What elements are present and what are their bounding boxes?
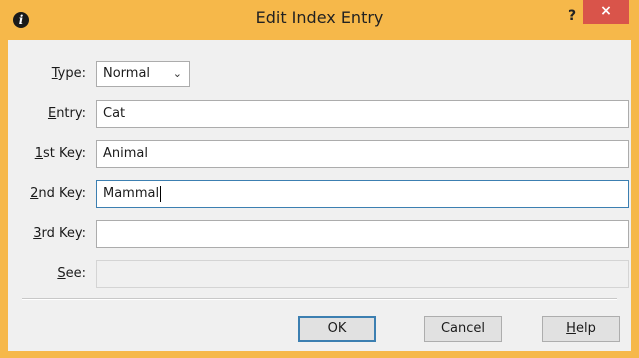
cancel-button[interactable]: Cancel bbox=[424, 316, 502, 342]
third-key-label: 3rd Key: bbox=[8, 226, 86, 241]
see-field bbox=[96, 260, 629, 288]
chevron-down-icon: ⌄ bbox=[172, 67, 182, 80]
title-bar[interactable]: i Edit Index Entry ? × bbox=[0, 0, 639, 40]
second-key-label: 2nd Key: bbox=[8, 186, 86, 201]
separator bbox=[22, 298, 617, 300]
dialog-title: Edit Index Entry bbox=[255, 8, 384, 27]
type-select-value: Normal bbox=[103, 66, 151, 81]
second-key-field[interactable]: Mammal bbox=[96, 180, 629, 208]
help-button-rest: elp bbox=[575, 321, 596, 336]
text-caret bbox=[160, 185, 162, 202]
first-key-label-mnemonic: 1 bbox=[34, 146, 43, 161]
edit-index-entry-dialog: i Edit Index Entry ? × Type: Normal ⌄ En… bbox=[0, 0, 639, 358]
first-key-field[interactable]: Animal bbox=[96, 140, 629, 168]
ok-button[interactable]: OK bbox=[298, 316, 376, 342]
entry-label-mnemonic: E bbox=[47, 106, 57, 121]
see-label: See: bbox=[8, 266, 86, 281]
first-key-label-rest: st Key: bbox=[42, 146, 86, 161]
third-key-field[interactable] bbox=[96, 220, 629, 248]
third-key-label-rest: rd Key: bbox=[41, 226, 86, 241]
help-button[interactable]: Help bbox=[542, 316, 620, 342]
type-label: Type: bbox=[8, 66, 86, 81]
dialog-body: Type: Normal ⌄ Entry: Cat 1st Key: Anima… bbox=[8, 40, 631, 351]
entry-label: Entry: bbox=[8, 106, 86, 121]
second-key-field-value: Mammal bbox=[103, 186, 160, 201]
first-key-label: 1st Key: bbox=[8, 146, 86, 161]
help-button-mnemonic: H bbox=[566, 321, 576, 336]
entry-field-value: Cat bbox=[103, 106, 126, 121]
entry-label-rest: ntry: bbox=[56, 106, 86, 121]
see-label-mnemonic: S bbox=[57, 266, 66, 281]
type-select[interactable]: Normal ⌄ bbox=[96, 61, 190, 87]
type-label-rest: ype: bbox=[57, 66, 86, 81]
close-button[interactable]: × bbox=[583, 0, 629, 24]
help-question-icon[interactable]: ? bbox=[562, 6, 582, 26]
entry-field[interactable]: Cat bbox=[96, 100, 629, 128]
see-label-rest: ee: bbox=[65, 266, 86, 281]
second-key-label-rest: nd Key: bbox=[38, 186, 86, 201]
first-key-field-value: Animal bbox=[103, 146, 148, 161]
